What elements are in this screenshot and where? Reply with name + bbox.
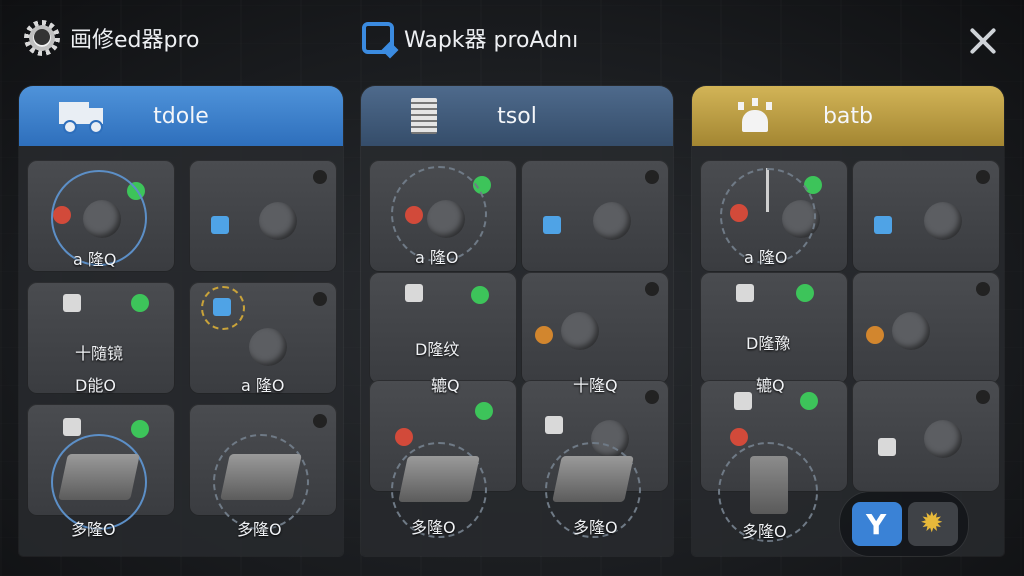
gear-icon[interactable] [24, 20, 60, 56]
module-chip [398, 456, 480, 502]
slot-label: 多隆O [573, 518, 618, 537]
slot-label: 辘Q [431, 376, 460, 395]
center-title-text: Wapk器 proAdnı [404, 28, 579, 53]
slot-1[interactable]: a 隆Q [27, 160, 175, 272]
slot-label: D能O [75, 376, 116, 395]
fork-icon[interactable] [852, 502, 902, 546]
slot-label: D隆纹 [415, 340, 460, 359]
slot-label: D隆豫 [746, 334, 791, 353]
slot-label: 多隆O [71, 520, 116, 539]
slot-6[interactable]: 十隆Q 多隆O [521, 376, 669, 538]
canister-icon [750, 456, 788, 514]
panel-title: tsol [497, 104, 537, 129]
top-bar: 画修ed器pro Wapk器 proAdnı [0, 0, 1024, 80]
module-chip [58, 454, 140, 500]
panel-batb: batb a 隆O D隆豫 辘Q 多隆O [692, 86, 1004, 556]
slot-label: 多隆O [742, 522, 787, 541]
slot-6[interactable] [852, 380, 1000, 492]
slot-label: 多隆O [237, 520, 282, 539]
panel-title: batb [822, 104, 874, 129]
slot-label: a 隆O [241, 376, 285, 395]
slot-label: 辘Q [756, 376, 785, 395]
slot-6[interactable]: 多隆O [189, 404, 337, 539]
panel-header[interactable]: tsol [361, 86, 673, 146]
sun-icon[interactable] [908, 502, 958, 546]
center-title: Wapk器 proAdnı [362, 22, 578, 54]
module-chip [220, 454, 302, 500]
panel-tdole: tdole a 隆Q 十隨镜 D能O a 隆O 多隆O 多隆O [19, 86, 343, 556]
panel-header[interactable]: batb [692, 86, 1004, 146]
quick-dock [840, 492, 968, 556]
scanner-icon [362, 22, 394, 54]
slot-grid: a 隆Q 十隨镜 D能O a 隆O 多隆O 多隆O [19, 148, 343, 556]
slot-label: a 隆O [744, 248, 788, 267]
panel-tsol: tsol a 隆O D隆纹 辘Q 多隆O 十隆Q 多隆O [361, 86, 673, 556]
slot-5[interactable]: 辘Q 多隆O [700, 376, 848, 542]
slot-3[interactable]: D隆豫 [700, 272, 848, 384]
app-title-text: 画修ed器pro [70, 28, 200, 53]
module-chip [552, 456, 634, 502]
slot-label: a 隆O [415, 248, 459, 267]
slot-grid: a 隆O D隆纹 辘Q 多隆O 十隆Q 多隆O [361, 148, 673, 556]
slot-2[interactable] [189, 160, 337, 272]
slot-label: 十隨镜 [75, 344, 124, 363]
slot-label: a 隆Q [73, 250, 117, 269]
slot-label: 多隆O [411, 518, 456, 537]
slot-3[interactable]: 十隨镜 D能O [27, 282, 175, 395]
slot-2[interactable] [852, 160, 1000, 272]
slot-4[interactable]: a 隆O [189, 282, 337, 395]
slot-4[interactable] [521, 272, 669, 384]
slot-grid: a 隆O D隆豫 辘Q 多隆O [692, 148, 1004, 556]
close-icon[interactable] [966, 24, 1000, 58]
slot-5[interactable]: 多隆O [27, 404, 175, 539]
slot-1[interactable]: a 隆O [700, 160, 848, 272]
slot-4[interactable] [852, 272, 1000, 384]
slot-5[interactable]: 辘Q 多隆O [369, 376, 517, 538]
slot-1[interactable]: a 隆O [369, 160, 517, 272]
slot-3[interactable]: D隆纹 [369, 272, 517, 384]
panel-title: tdole [153, 104, 209, 129]
panel-header[interactable]: tdole [19, 86, 343, 146]
slot-label: 十隆Q [573, 376, 618, 395]
app-title: 画修ed器pro [24, 20, 200, 56]
slot-2[interactable] [521, 160, 669, 272]
